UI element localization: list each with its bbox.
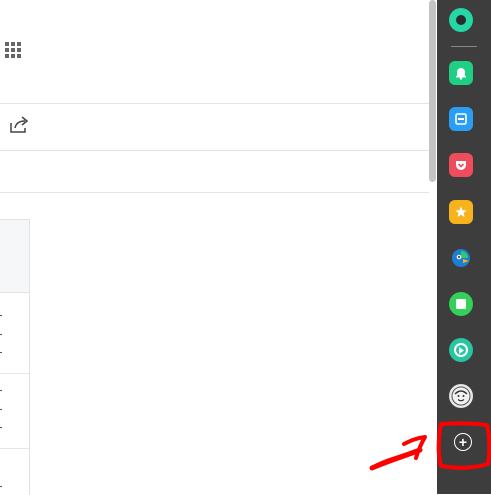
row-divider: [0, 373, 29, 374]
row-divider: [0, 448, 29, 449]
apps-grid-icon[interactable]: [4, 41, 22, 59]
row-marker: [0, 334, 2, 335]
panel-header: [0, 220, 29, 293]
section-divider: [0, 192, 429, 193]
bell-icon[interactable]: [449, 61, 473, 85]
toolbar-divider: [0, 150, 429, 151]
inbox-icon[interactable]: [449, 107, 473, 131]
row-marker: [0, 352, 2, 353]
add-app-button[interactable]: +: [454, 433, 472, 451]
row-marker: [0, 427, 2, 428]
star-icon[interactable]: [449, 200, 473, 224]
square-icon[interactable]: [449, 292, 473, 316]
app-sidebar: +: [437, 0, 491, 494]
row-marker: [0, 315, 2, 316]
row-marker: [0, 390, 2, 391]
parrot-icon[interactable]: [449, 246, 473, 270]
play-icon[interactable]: [449, 338, 473, 362]
row-marker: [0, 409, 2, 410]
scrollbar-thumb[interactable]: [429, 0, 436, 182]
main-content: [0, 0, 437, 495]
side-panel: [0, 219, 30, 495]
sidebar-divider: [451, 46, 477, 47]
row-marker: [0, 486, 2, 487]
header-divider: [0, 103, 429, 104]
share-icon[interactable]: [9, 116, 29, 134]
pocket-icon[interactable]: [449, 153, 473, 177]
face-avatar-icon[interactable]: [449, 384, 473, 408]
status-dot-icon[interactable]: [449, 8, 473, 32]
